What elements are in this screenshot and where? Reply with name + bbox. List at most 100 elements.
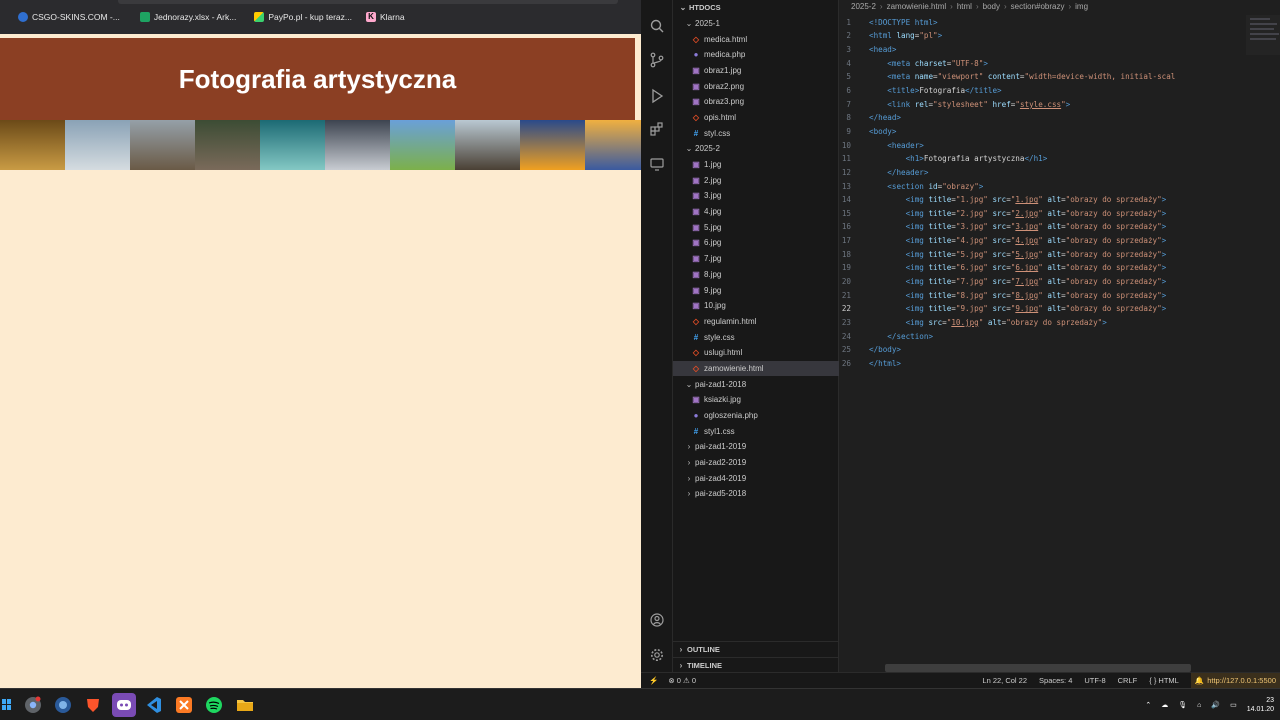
chrome-icon[interactable] xyxy=(24,696,42,714)
cursor-position[interactable]: Ln 22, Col 22 xyxy=(982,676,1027,685)
run-debug-icon[interactable] xyxy=(649,88,665,104)
remote-explorer-icon[interactable] xyxy=(649,156,665,172)
file-item[interactable]: # style.css xyxy=(673,329,839,345)
file-item[interactable]: ▣ obraz2.png xyxy=(673,78,839,94)
file-item[interactable]: ▣ 2.jpg xyxy=(673,172,839,188)
file-item[interactable]: ▣ 6.jpg xyxy=(673,235,839,251)
remote-indicator-icon[interactable]: ⚡ xyxy=(649,676,658,685)
breadcrumb-item[interactable]: zamowienie.html xyxy=(887,2,947,11)
code-line[interactable]: 24 </section> xyxy=(839,329,1280,343)
file-item[interactable]: ▣ 9.jpg xyxy=(673,282,839,298)
breadcrumb-item[interactable]: body xyxy=(983,2,1000,11)
code-line[interactable]: 15 <img title="2.jpg" src="2.jpg" alt="o… xyxy=(839,206,1280,220)
bookmark-csgo-skins[interactable]: CSGO-SKINS.COM -... xyxy=(18,12,120,22)
file-item[interactable]: ◇ medica.html xyxy=(673,31,839,47)
code-line[interactable]: 14 <img title="1.jpg" src="1.jpg" alt="o… xyxy=(839,193,1280,207)
code-line[interactable]: 22 <img title="9.jpg" src="9.jpg" alt="o… xyxy=(839,302,1280,316)
file-explorer-icon[interactable] xyxy=(236,696,254,714)
language-mode[interactable]: { } HTML xyxy=(1149,676,1179,685)
horizontal-scrollbar[interactable] xyxy=(885,664,1191,672)
xampp-icon[interactable] xyxy=(175,696,193,714)
bookmark-jednorazy[interactable]: Jednorazy.xlsx - Ark... xyxy=(139,12,236,22)
file-item[interactable]: ▣ 3.jpg xyxy=(673,188,839,204)
indentation[interactable]: Spaces: 4 xyxy=(1039,676,1072,685)
file-item[interactable]: ◇ uslugi.html xyxy=(673,345,839,361)
code-line[interactable]: 11 <h1>Fotografia artystyczna</h1> xyxy=(839,152,1280,166)
onedrive-icon[interactable]: ☁ xyxy=(1161,701,1168,709)
folder-item[interactable]: ⌄ 2025-1 xyxy=(673,16,839,32)
encoding[interactable]: UTF-8 xyxy=(1084,676,1105,685)
source-control-icon[interactable] xyxy=(649,52,665,68)
code-line[interactable]: 18 <img title="5.jpg" src="5.jpg" alt="o… xyxy=(839,247,1280,261)
code-line[interactable]: 6 <title>Fotografia</title> xyxy=(839,84,1280,98)
discord-icon[interactable] xyxy=(112,693,136,717)
breadcrumb-item[interactable]: img xyxy=(1075,2,1088,11)
bookmark-paypo[interactable]: PayPo.pl - kup teraz... xyxy=(254,12,352,22)
extensions-icon[interactable] xyxy=(649,121,665,137)
edge-icon[interactable] xyxy=(54,696,72,714)
file-item[interactable]: ▣ ksiazki.jpg xyxy=(673,392,839,408)
file-item[interactable]: ◇ opis.html xyxy=(673,110,839,126)
code-line[interactable]: 4 <meta charset="UTF-8"> xyxy=(839,56,1280,70)
outline-section[interactable]: › OUTLINE xyxy=(673,641,839,657)
spotify-icon[interactable] xyxy=(205,696,223,714)
file-item[interactable]: ▣ 8.jpg xyxy=(673,267,839,283)
code-line[interactable]: 2 <html lang="pl"> xyxy=(839,29,1280,43)
microphone-icon[interactable]: 🎙 xyxy=(1178,701,1187,709)
settings-gear-icon[interactable] xyxy=(649,647,665,663)
code-line[interactable]: 21 <img title="8.jpg" src="8.jpg" alt="o… xyxy=(839,288,1280,302)
file-item[interactable]: ▣ 4.jpg xyxy=(673,204,839,220)
chevron-up-icon[interactable]: ⌃ xyxy=(1145,701,1151,709)
code-editor[interactable]: 2025-2 › zamowienie.html › html › body › section… xyxy=(839,0,1280,672)
file-item[interactable]: # styl1.css xyxy=(673,423,839,439)
folder-item[interactable]: ⌄ 2025-2 xyxy=(673,141,839,157)
folder-item[interactable]: › pai-zad2-2019 xyxy=(673,455,839,471)
network-icon[interactable]: ⌂ xyxy=(1197,702,1201,709)
file-item[interactable]: ▣ obraz3.png xyxy=(673,94,839,110)
brave-icon[interactable] xyxy=(84,696,102,714)
code-line[interactable]: 19 <img title="6.jpg" src="6.jpg" alt="o… xyxy=(839,261,1280,275)
volume-icon[interactable]: 🔊 xyxy=(1211,701,1220,709)
problems-indicator[interactable]: ⊗ 0 ⚠ 0 xyxy=(668,676,696,685)
folder-item[interactable]: › pai-zad4-2019 xyxy=(673,470,839,486)
code-line[interactable]: 17 <img title="4.jpg" src="4.jpg" alt="o… xyxy=(839,234,1280,248)
code-line[interactable]: 7 <link rel="stylesheet" href="style.css… xyxy=(839,97,1280,111)
minimap[interactable] xyxy=(1246,15,1280,55)
file-item[interactable]: ▣ 5.jpg xyxy=(673,219,839,235)
file-item[interactable]: ▣ obraz1.jpg xyxy=(673,63,839,79)
breadcrumb-item[interactable]: html xyxy=(957,2,972,11)
code-line[interactable]: 23 <img src="10.jpg" alt="obrazy do sprz… xyxy=(839,316,1280,330)
folder-item[interactable]: › pai-zad5-2018 xyxy=(673,486,839,502)
code-line[interactable]: 13 <section id="obrazy"> xyxy=(839,179,1280,193)
breadcrumb-item[interactable]: section#obrazy xyxy=(1011,2,1065,11)
file-item[interactable]: ● medica.php xyxy=(673,47,839,63)
code-line[interactable]: 25 </body> xyxy=(839,343,1280,357)
code-line[interactable]: 10 <header> xyxy=(839,138,1280,152)
code-line[interactable]: 5 <meta name="viewport" content="width=d… xyxy=(839,70,1280,84)
code-line[interactable]: 20 <img title="7.jpg" src="7.jpg" alt="o… xyxy=(839,275,1280,289)
timeline-section[interactable]: › TIMELINE xyxy=(673,657,839,673)
file-item[interactable]: # styl.css xyxy=(673,125,839,141)
file-item[interactable]: ◇ zamowienie.html xyxy=(673,360,839,377)
live-server-status[interactable]: 🔔 http://127.0.0.1:5500 xyxy=(1190,673,1280,688)
code-line[interactable]: 16 <img title="3.jpg" src="3.jpg" alt="o… xyxy=(839,220,1280,234)
explorer-root-title[interactable]: ⌄ HTDOCS xyxy=(679,3,721,12)
end-of-line[interactable]: CRLF xyxy=(1118,676,1138,685)
code-line[interactable]: 9 <body> xyxy=(839,125,1280,139)
vscode-icon[interactable] xyxy=(144,696,162,714)
account-icon[interactable] xyxy=(649,612,665,628)
file-item[interactable]: ▣ 1.jpg xyxy=(673,157,839,173)
bookmark-klarna[interactable]: K Klarna xyxy=(365,12,405,22)
clock[interactable]: 23 14.01.20 xyxy=(1247,696,1274,714)
battery-icon[interactable]: ▭ xyxy=(1230,701,1237,709)
file-item[interactable]: ▣ 7.jpg xyxy=(673,251,839,267)
code-line[interactable]: 26 </html> xyxy=(839,357,1280,371)
folder-item[interactable]: ⌄ pai-zad1-2018 xyxy=(673,376,839,392)
code-line[interactable]: 12 </header> xyxy=(839,166,1280,180)
file-item[interactable]: ◇ regulamin.html xyxy=(673,314,839,330)
code-line[interactable]: 3 <head> xyxy=(839,43,1280,57)
folder-item[interactable]: › pai-zad1-2019 xyxy=(673,439,839,455)
file-item[interactable]: ● ogloszenia.php xyxy=(673,408,839,424)
search-icon[interactable] xyxy=(649,18,665,34)
code-lines[interactable]: 1 <!DOCTYPE html> 2 <html lang="pl"> 3 <head>… xyxy=(839,16,1280,371)
